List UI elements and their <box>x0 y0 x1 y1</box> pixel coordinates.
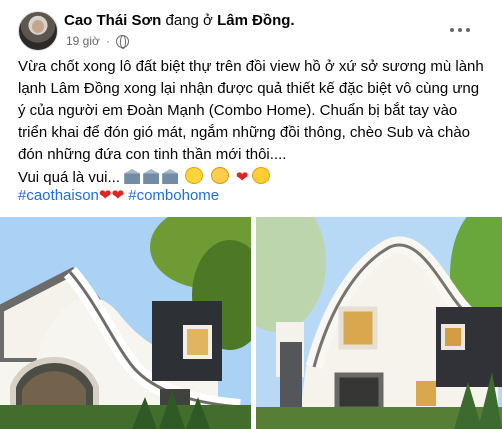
post-text-line: Vừa chốt xong lô đất biệt thự trên đồi v… <box>18 58 484 75</box>
hashtag-caothaison[interactable]: #caothaison <box>18 187 99 204</box>
more-options-button[interactable] <box>446 20 474 40</box>
meta-separator: · <box>105 34 110 48</box>
post-text-line: ý của người em Đoàn Mạnh (Combo Home). C… <box>18 102 458 119</box>
heart-icon: ❤ <box>98 187 112 204</box>
smiling-face-icon <box>210 167 229 184</box>
hashtag-line: #caothaison❤❤ #combohome <box>18 186 219 204</box>
bank-icon <box>124 169 141 184</box>
author-avatar[interactable] <box>18 11 58 51</box>
bank-icon <box>143 169 160 184</box>
post-meta: 19 giờ · <box>66 34 129 49</box>
house-front-illustration <box>0 217 251 429</box>
post-text-line: lạnh Lâm Đồng xong lại nhận được quả thi… <box>18 80 480 97</box>
house-photo-front[interactable] <box>0 217 251 429</box>
heart-icon: ❤ <box>111 187 125 204</box>
author-location-line: Cao Thái Sơn đang ở Lâm Đồng. <box>64 12 295 29</box>
heart-icon: ❤ <box>235 169 249 186</box>
post-text-line: triển khai để đón gió mát, ngắm những đồ… <box>18 124 471 141</box>
post-text-line: đón những đứa con tinh thần mới thôi.... <box>18 146 287 163</box>
laughing-face-icon <box>185 167 204 184</box>
author-name[interactable]: Cao Thái Sơn <box>64 12 161 29</box>
hashtag-combohome[interactable]: #combohome <box>128 187 219 204</box>
location-status: đang ở <box>165 12 213 29</box>
post-header: Cao Thái Sơn đang ở Lâm Đồng. 19 giờ · <box>12 8 492 52</box>
post-text: Vừa chốt xong lô đất biệt thự trên đồi v… <box>18 57 488 190</box>
more-icon <box>450 28 470 32</box>
house-side-illustration <box>256 217 502 429</box>
heart-eyes-icon <box>252 167 271 184</box>
final-line-text: Vui quá là vui... <box>18 169 121 186</box>
globe-icon[interactable] <box>115 34 129 49</box>
post-time[interactable]: 19 giờ <box>66 34 100 48</box>
bank-icon <box>162 169 179 184</box>
house-photo-side[interactable] <box>256 217 502 429</box>
location-name[interactable]: Lâm Đồng. <box>217 12 295 29</box>
post-final-line: Vui quá là vui... ❤ <box>18 167 488 188</box>
